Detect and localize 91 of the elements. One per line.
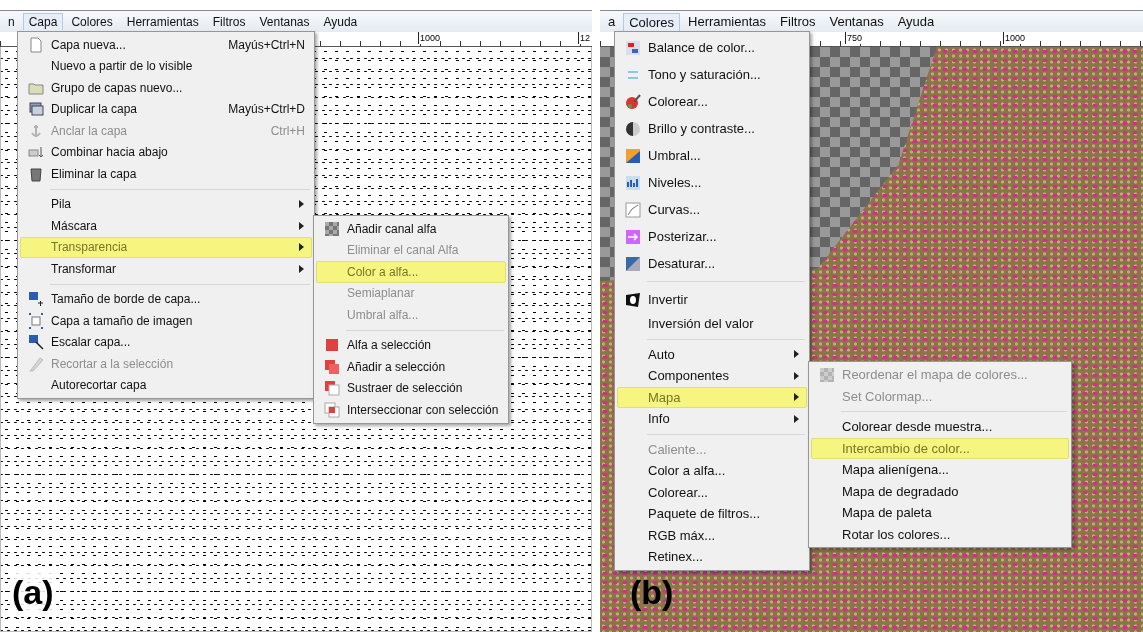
menu-item[interactable]: Tono y saturación...	[617, 61, 807, 88]
menu-bar-item[interactable]: Colores	[65, 12, 119, 31]
shortcut-text: Ctrl+H	[269, 123, 305, 138]
menu-bar-item[interactable]: Herramientas	[120, 12, 205, 31]
menu-bar-item[interactable]: Ayuda	[891, 12, 941, 31]
menu-bar-item[interactable]: Filtros	[206, 12, 252, 31]
checkerboard-icon	[324, 220, 340, 237]
palette-icon	[625, 93, 641, 110]
menu-item[interactable]: Rotar los colores...	[811, 523, 1069, 545]
color-balance-icon	[625, 39, 641, 56]
menu-item[interactable]: Info	[617, 408, 807, 430]
menu-item[interactable]: Componentes	[617, 365, 807, 387]
menu-item[interactable]: Auto	[617, 343, 807, 365]
anchor-icon	[28, 122, 44, 139]
intersect-squares-icon	[324, 401, 340, 418]
trash-icon	[28, 165, 44, 182]
menu-item[interactable]: Tamaño de borde de capa...	[20, 288, 312, 310]
menu-bar-item[interactable]: n	[2, 12, 21, 31]
menu-item[interactable]: Eliminar la capa	[20, 163, 312, 185]
menu-item[interactable]: Transparencia	[20, 236, 312, 258]
menu-item[interactable]: Mapa de paleta	[811, 502, 1069, 524]
page-icon	[28, 36, 44, 53]
duplicate-icon	[28, 101, 44, 118]
menu-item[interactable]: Colorear...	[617, 481, 807, 503]
ruler-label: 1000	[1003, 32, 1026, 44]
panel-label: (b)	[629, 572, 675, 612]
menu-item[interactable]: Brillo y contraste...	[617, 115, 807, 142]
posterize-icon	[625, 228, 641, 245]
menu-bar-item[interactable]: Ayuda	[317, 12, 364, 31]
menu-item[interactable]: Escalar capa...	[20, 331, 312, 353]
menu-item[interactable]: Colorear desde muestra...	[811, 416, 1069, 438]
menu-item[interactable]: Color a alfa...	[316, 261, 506, 283]
ruler-label: 750	[845, 32, 863, 44]
ruler-label: 12	[578, 32, 590, 44]
menu-item[interactable]: Transformar	[20, 258, 312, 280]
curve-icon	[625, 201, 641, 218]
menu-item[interactable]: Duplicar la capa Mayús+Ctrl+D	[20, 98, 312, 120]
menu-item[interactable]: Autorecortar capa	[20, 374, 312, 396]
sliders-icon	[625, 66, 641, 83]
menu-item[interactable]: Pila	[20, 193, 312, 215]
menu-item[interactable]: Invertir	[617, 286, 807, 313]
menu-bar-item[interactable]: Capa	[22, 13, 64, 30]
menu-item[interactable]: Curvas...	[617, 196, 807, 223]
histogram-icon	[625, 174, 641, 191]
shortcut-text: Mayús+Ctrl+N	[227, 37, 305, 52]
menu-item[interactable]: Colorear...	[617, 88, 807, 115]
menu-bar-item[interactable]: Filtros	[774, 12, 822, 31]
menu-item[interactable]: Inversión del valor	[617, 313, 807, 335]
menu-item[interactable]: Retinex...	[617, 546, 807, 568]
menu-item[interactable]: Mapa alienígena...	[811, 459, 1069, 481]
menu-item[interactable]: Umbral...	[617, 142, 807, 169]
resize-icon	[28, 291, 44, 308]
menu-bar-item[interactable]: Colores	[623, 12, 681, 31]
threshold-icon	[625, 147, 641, 164]
menu-item[interactable]: Capa nueva... Mayús+Ctrl+N	[20, 34, 312, 56]
menu-bar-item[interactable]: Ventanas	[253, 12, 316, 31]
menu-item[interactable]: Balance de color...	[617, 34, 807, 61]
menu-bar-item[interactable]: Herramientas	[682, 12, 773, 31]
menu-item[interactable]: Interseccionar con selección	[316, 399, 506, 421]
menu-item[interactable]: Capa a tamaño de imagen	[20, 310, 312, 332]
stacked-squares-icon	[324, 358, 340, 375]
brush-icon	[28, 355, 44, 372]
menu-item[interactable]: Añadir canal alfa	[316, 218, 506, 240]
menu-item[interactable]: Sustraer de selección	[316, 377, 506, 399]
menu-item[interactable]: Mapa de degradado	[811, 480, 1069, 502]
menu-item[interactable]: Color a alfa...	[617, 460, 807, 482]
fit-frame-icon	[28, 312, 44, 329]
menu-bar-item[interactable]: Ventanas	[823, 12, 890, 31]
checkerboard-icon	[819, 366, 835, 383]
menu-item[interactable]: Paquete de filtros...	[617, 503, 807, 525]
menu-item[interactable]: Nuevo a partir de lo visible	[20, 55, 312, 77]
square-icon	[324, 337, 340, 354]
shortcut-text: Mayús+Ctrl+D	[227, 102, 305, 117]
menu-item[interactable]: Niveles...	[617, 169, 807, 196]
menu-item[interactable]: Posterizar...	[617, 223, 807, 250]
invert-icon	[625, 291, 641, 308]
menu-item[interactable]: Alfa a selección	[316, 334, 506, 356]
menu-item[interactable]: Añadir a selección	[316, 356, 506, 378]
menu-item[interactable]: Mapa	[617, 386, 807, 408]
scale-icon	[28, 334, 44, 351]
menu-item[interactable]: Intercambio de color...	[811, 437, 1069, 459]
menu-item[interactable]: Combinar hacia abajo	[20, 141, 312, 163]
menu-item[interactable]: RGB máx...	[617, 524, 807, 546]
contrast-icon	[625, 120, 641, 137]
menu-bar-item[interactable]: a	[602, 12, 622, 31]
gradient-square-icon	[625, 255, 641, 272]
subtract-squares-icon	[324, 380, 340, 397]
menu-item[interactable]: Grupo de capas nuevo...	[20, 77, 312, 99]
menu-item[interactable]: Máscara	[20, 215, 312, 237]
ruler-label: 1000	[418, 32, 441, 44]
menu-item[interactable]: Desaturar...	[617, 250, 807, 277]
